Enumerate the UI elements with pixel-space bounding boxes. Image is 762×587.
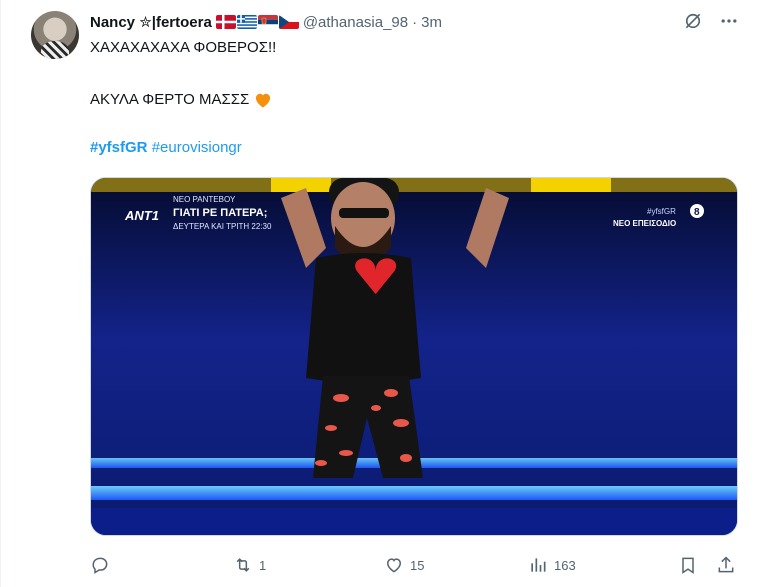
share-icon [718, 556, 734, 573]
views-button[interactable]: 163 [528, 552, 576, 578]
more-options-icon[interactable] [718, 10, 740, 32]
greece-flag-icon [236, 15, 257, 29]
author-flags [215, 15, 299, 29]
tweet-text-line2-content: ΑΚΥΛΑ ΦΕΡΤΟ ΜΑΣΣΣ [90, 91, 250, 108]
retweet-button[interactable]: 1 [233, 552, 266, 578]
author-display-name[interactable]: Nancy ✮|fertoera [90, 13, 212, 31]
czech-flag-icon [278, 15, 299, 29]
stage-top-lights [91, 178, 737, 192]
episode-label-text: ΝΕΟ ΕΠΕΙΣΟΔΙΟ [613, 219, 676, 228]
like-button[interactable]: 15 [384, 552, 424, 578]
rating-badge-text: 8 [694, 207, 700, 218]
tweet-text-line1: ΧΑΧΑΧΑΧΑΧΑ ΦΟΒΕΡΟΣ!! [90, 39, 277, 56]
hashtag-link-eurovisiongr[interactable]: #eurovisiongr [152, 139, 242, 156]
views-count: 163 [554, 557, 576, 573]
author-handle[interactable]: @athanasia_98 [303, 14, 408, 31]
tweet-actions: 1 15 163 [90, 552, 740, 578]
tweet-hashtags: #yfsfGR #eurovisiongr [90, 138, 242, 158]
hashtag-link-yfsfgr[interactable]: #yfsfGR [90, 139, 148, 156]
tweet-header: Nancy ✮|fertoera @athanasia_98 · 3m [90, 11, 442, 33]
promo-schedule-text: ΔΕΥΤΕΡΑ ΚΑΙ ΤΡΙΤΗ 22:30 [173, 222, 272, 231]
promo-title-text: ΓΙΑΤΙ ΡΕ ΠΑΤΕΡΑ; [173, 207, 267, 219]
grok-icon[interactable] [682, 10, 704, 32]
bookmark-button[interactable] [678, 552, 698, 578]
timestamp[interactable]: 3m [421, 14, 442, 31]
orange-heart-icon [253, 90, 273, 110]
promo-small-text: ΝΕΟ ΡΑΝΤΕΒΟΥ [173, 195, 236, 204]
like-count: 15 [410, 557, 425, 573]
channel-logo: ANT1 [124, 208, 159, 223]
serbia-flag-icon [257, 15, 278, 29]
heart-icon [386, 558, 402, 573]
analytics-icon [531, 558, 546, 572]
reply-button[interactable] [90, 552, 116, 578]
hashtag-overlay-text: #yfsfGR [647, 207, 676, 216]
top-icons [682, 10, 740, 32]
separator-dot: · [412, 13, 418, 31]
tweet-card[interactable]: Nancy ✮|fertoera @athanasia_98 · 3m ΧΑΧΑ… [0, 0, 762, 587]
denmark-flag-icon [215, 15, 236, 29]
channel-logo-text: ANT1 [124, 208, 159, 223]
tweet-media-video[interactable]: ANT1 ΝΕΟ ΡΑΝΤΕΒΟΥ ΓΙΑΤΙ ΡΕ ΠΑΤΕΡΑ; ΔΕΥΤΕ… [90, 177, 738, 536]
retweet-count: 1 [259, 557, 267, 573]
share-button[interactable] [716, 552, 736, 578]
avatar[interactable] [31, 11, 79, 59]
tweet-text-line2: ΑΚΥΛΑ ΦΕΡΤΟ ΜΑΣΣΣ [90, 90, 273, 110]
reply-icon [92, 557, 108, 574]
retweet-icon [236, 558, 250, 572]
bookmark-icon [682, 557, 694, 574]
